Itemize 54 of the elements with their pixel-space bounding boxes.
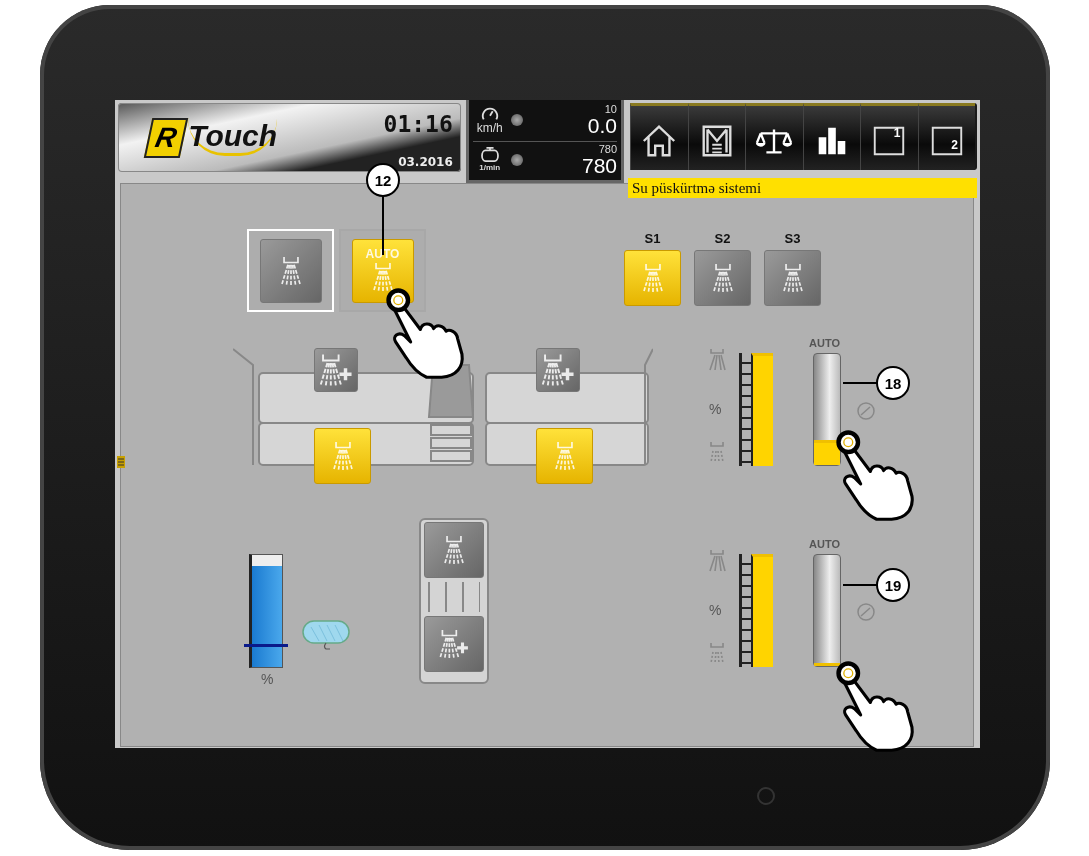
unit-label: km/h [476,121,503,134]
spray-plus-icon [317,351,355,389]
auto-label: AUTO [809,538,840,550]
target-value: 10 [604,103,617,115]
pressure-gauge-icon [856,401,876,421]
nav-button[interactable]: 1 [860,103,918,170]
unit-label: 1/min [479,162,501,175]
indicator-light-icon [510,113,523,126]
pressure-slider[interactable] [813,554,841,667]
percent-label: % [261,671,274,687]
booster-spray-button[interactable] [424,616,484,672]
callout-line [843,382,877,384]
engine-icon [480,146,499,163]
section-label: S2 [713,231,732,246]
spray-plus-icon [539,351,577,389]
water-tank-icon [301,617,351,653]
main-spray-button[interactable] [424,522,484,578]
camera-icon [757,787,775,805]
nav-button[interactable] [687,103,745,170]
target-value: 780 [598,144,617,156]
nav-button[interactable] [745,103,803,170]
section-label: S1 [643,231,662,246]
main-spray-button[interactable] [314,428,371,484]
section-label: S3 [783,231,802,246]
section-button[interactable] [764,250,821,306]
booster-spray-button[interactable] [536,348,580,392]
booster-spray-button[interactable] [314,348,358,392]
main-spray-button[interactable] [536,428,593,484]
logo-letter: R [143,117,189,158]
status-bar: Su püskürtmə sistemi [628,178,977,198]
indicator-light-icon [510,154,523,167]
date-text: 03.2016 [398,155,453,169]
mode-button[interactable] [259,238,322,303]
section-button[interactable] [624,250,681,306]
logo-text: Touch [188,119,278,156]
callout-line [382,195,384,255]
nav-button[interactable]: 2 [917,103,975,170]
nav-button[interactable] [630,103,688,170]
side-tab-icon[interactable] [116,455,126,469]
spray-full-icon [707,548,727,572]
auto-label: AUTO [809,337,840,349]
percent-label: % [709,602,722,618]
pressure-gauge-icon [856,602,876,622]
clock-time: 01:16 [383,111,453,137]
section-button[interactable] [694,250,751,306]
current-value: 780 [581,155,617,177]
callout-line [843,584,877,586]
current-value: 0.0 [587,114,617,136]
spray-plus-icon [437,627,471,661]
nav-button[interactable] [802,103,860,170]
speedometer-icon [480,105,499,122]
percent-label: % [709,401,722,417]
spray-full-icon [707,347,727,371]
pressure-slider[interactable] [813,353,841,466]
